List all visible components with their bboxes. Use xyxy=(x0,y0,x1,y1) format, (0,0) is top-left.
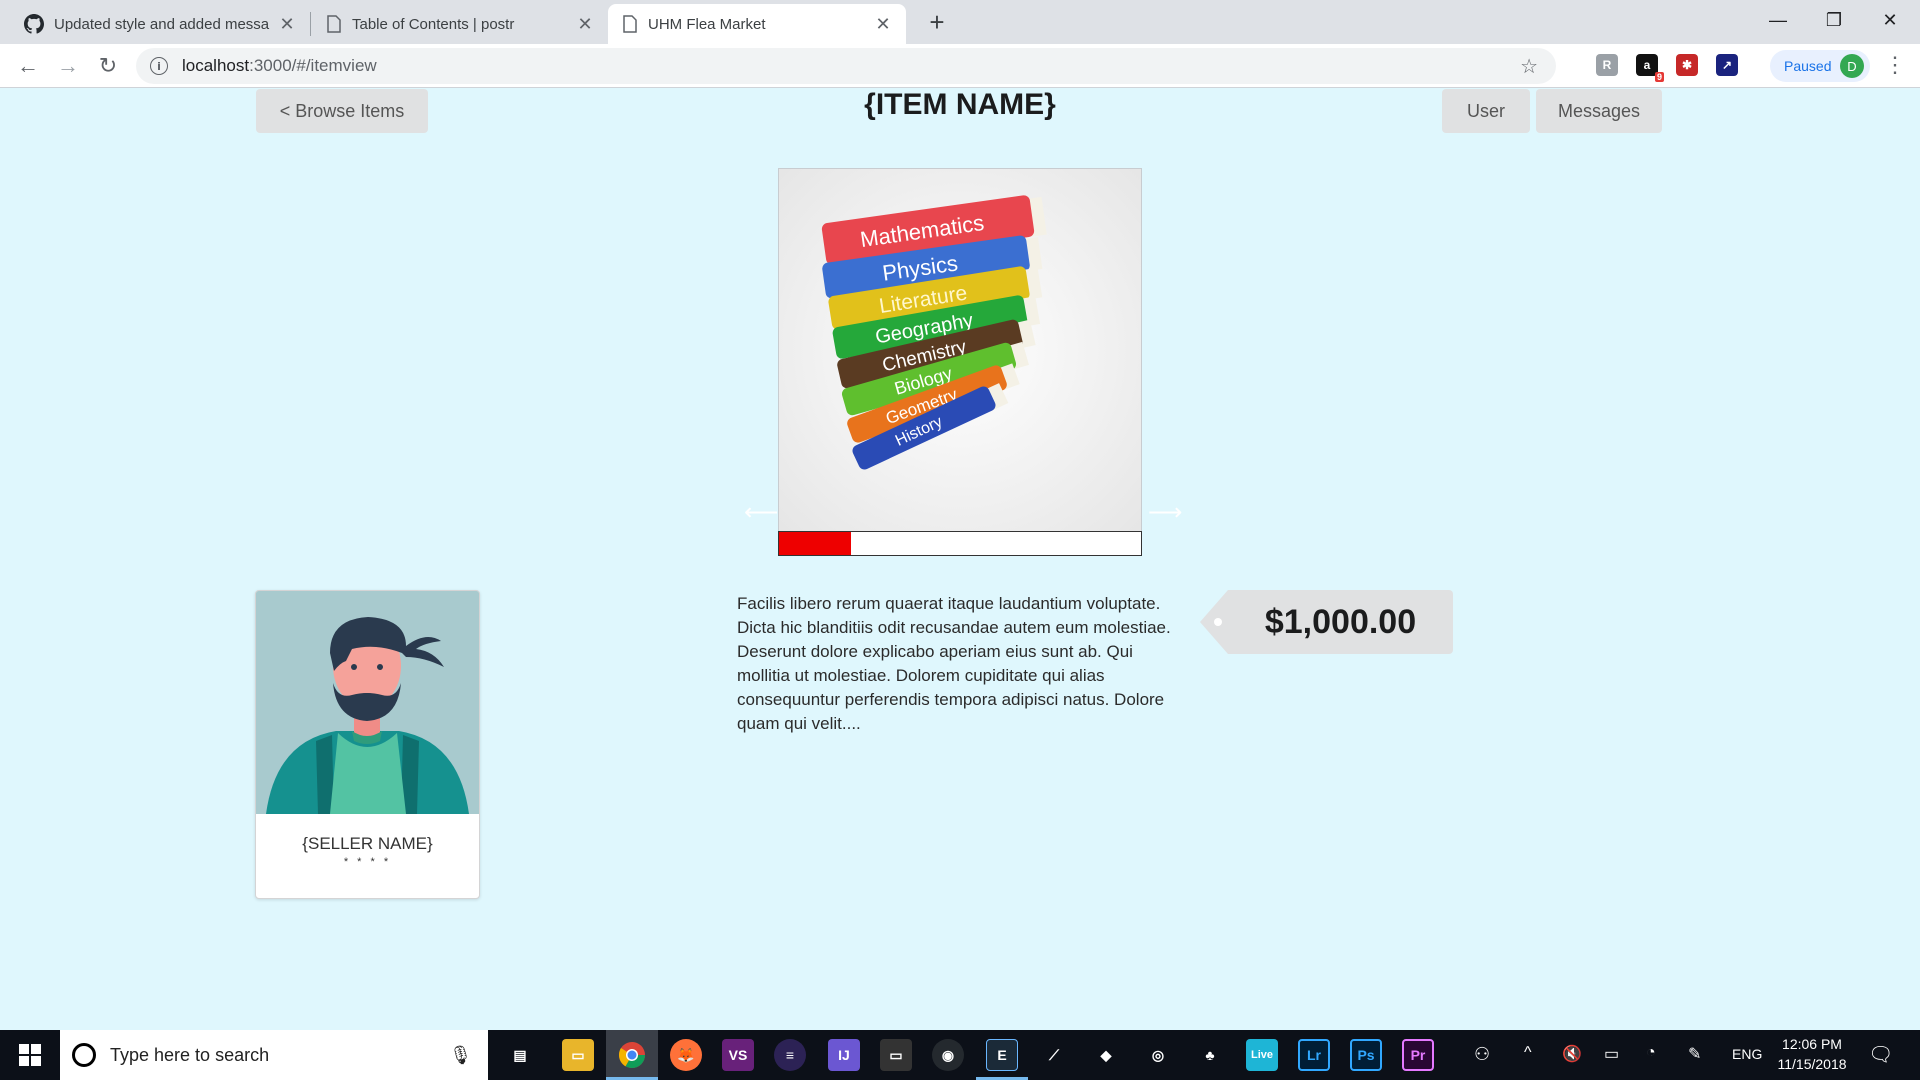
github-icon xyxy=(24,14,44,34)
ableton-live-icon[interactable]: Live xyxy=(1246,1039,1278,1071)
lightroom-icon[interactable]: Lr xyxy=(1298,1039,1330,1071)
page-icon xyxy=(327,15,341,33)
url-path: :3000/#/itemview xyxy=(249,56,377,75)
item-description: Facilis libero rerum quaerat itaque laud… xyxy=(737,594,1171,733)
user-button[interactable]: User xyxy=(1442,89,1530,133)
tab-uhm-flea-market[interactable]: UHM Flea Market ✕ xyxy=(608,4,906,44)
wifi-icon[interactable]: ◔ xyxy=(1646,1044,1656,1062)
firefox-icon[interactable]: 🦊 xyxy=(670,1039,702,1071)
price-tag-hole xyxy=(1214,618,1222,626)
url-text: localhost:3000/#/itemview xyxy=(182,56,377,76)
amazon-extension-icon[interactable]: a9 xyxy=(1636,54,1664,82)
stack-of-textbooks-image: MathematicsPhysicsLiteratureGeographyChe… xyxy=(779,169,1141,531)
close-icon[interactable]: ✕ xyxy=(278,14,296,35)
forward-arrow-icon[interactable]: → xyxy=(52,50,84,82)
clock-date[interactable]: 11/15/2018 xyxy=(1772,1056,1852,1072)
microphone-icon[interactable]: 🎙 xyxy=(449,1045,472,1066)
brush-app-icon[interactable]: ⟋ xyxy=(1038,1039,1070,1071)
browser-toolbar: ← → ↻ i localhost:3000/#/itemview ☆ R a9… xyxy=(0,44,1920,88)
browse-items-button[interactable]: < Browse Items xyxy=(256,89,428,133)
menu-kebab-icon[interactable]: ⋮ xyxy=(1884,52,1906,78)
windows-taskbar: Type here to search 🎙 ▤ ▭ 🦊 VS ≡ IJ ▭ ◉ … xyxy=(0,1030,1920,1080)
language-indicator[interactable]: ENG xyxy=(1732,1046,1762,1062)
tab-title: UHM Flea Market xyxy=(648,15,766,33)
github-desktop-icon[interactable]: ◉ xyxy=(932,1039,964,1071)
unity-icon[interactable]: ◆ xyxy=(1090,1039,1122,1071)
tab-divider xyxy=(310,12,311,36)
url-host: localhost xyxy=(182,56,250,75)
chrome-icon[interactable] xyxy=(616,1039,648,1071)
seller-rating: * * * * xyxy=(343,856,392,868)
restore-icon[interactable]: ❐ xyxy=(1806,0,1862,40)
carousel-next-arrow-icon[interactable]: ⟶ xyxy=(1148,498,1182,527)
file-explorer-icon[interactable]: ▭ xyxy=(562,1039,594,1071)
item-image-carousel: Mathematics Physics Literature Geography Che… xyxy=(744,168,1182,556)
seller-card[interactable]: {SELLER NAME} * * * * xyxy=(255,590,480,899)
eclipse-icon[interactable]: ≡ xyxy=(774,1039,806,1071)
browser-tabstrip: Updated style and added messa ✕ Table of… xyxy=(0,0,1920,44)
premiere-icon[interactable]: Pr xyxy=(1402,1039,1434,1071)
page-icon xyxy=(623,15,637,33)
address-bar[interactable]: i localhost:3000/#/itemview ☆ xyxy=(136,48,1556,84)
extension-badge: 9 xyxy=(1654,72,1664,82)
taskbar-search-placeholder: Type here to search xyxy=(110,1044,270,1065)
editor-icon[interactable]: E xyxy=(986,1039,1018,1071)
close-icon[interactable]: ✕ xyxy=(576,14,594,35)
extension-link-icon[interactable]: ↗ xyxy=(1716,54,1738,76)
seller-portrait-image xyxy=(256,591,479,814)
task-view-icon[interactable]: ▤ xyxy=(504,1039,536,1071)
carousel-progress-fill xyxy=(779,532,852,555)
seller-name: {SELLER NAME} xyxy=(302,834,433,853)
carousel-prev-arrow-icon[interactable]: ⟵ xyxy=(744,498,778,527)
extension-puzzle-icon[interactable]: ✱ xyxy=(1676,54,1698,76)
tab-github-commit[interactable]: Updated style and added messa ✕ xyxy=(10,4,310,44)
bookmark-star-icon[interactable]: ☆ xyxy=(1520,54,1538,79)
reload-icon[interactable]: ↻ xyxy=(92,50,124,82)
visual-studio-icon[interactable]: VS xyxy=(722,1039,754,1071)
fl-studio-icon[interactable]: ♣ xyxy=(1194,1039,1226,1071)
item-price: $1,000.00 xyxy=(1228,590,1453,654)
extension-r-icon[interactable]: R xyxy=(1596,54,1618,76)
avatar: D xyxy=(1840,54,1864,78)
volume-muted-icon[interactable]: 🔇 xyxy=(1562,1044,1582,1064)
taskbar-search-input[interactable]: Type here to search 🎙 xyxy=(60,1030,488,1080)
carousel-progress-bar xyxy=(778,531,1142,556)
intellij-icon[interactable]: IJ xyxy=(828,1039,860,1071)
price-tag: $1,000.00 xyxy=(1200,590,1453,654)
seller-avatar xyxy=(256,591,479,814)
new-tab-button[interactable]: + xyxy=(923,4,951,40)
blender-icon[interactable]: ◎ xyxy=(1142,1039,1174,1071)
info-icon[interactable]: i xyxy=(150,57,168,75)
close-window-icon[interactable]: ✕ xyxy=(1862,0,1918,40)
people-icon[interactable]: ⚇ xyxy=(1474,1044,1490,1065)
tab-table-of-contents[interactable]: Table of Contents | postr ✕ xyxy=(312,4,608,44)
tab-title: Table of Contents | postr xyxy=(352,15,515,33)
profile-button[interactable]: Paused D xyxy=(1770,50,1870,82)
messages-button[interactable]: Messages xyxy=(1536,89,1662,133)
windows-start-icon[interactable] xyxy=(0,1030,60,1080)
cortana-icon[interactable] xyxy=(72,1043,96,1067)
pen-icon[interactable]: ✎ xyxy=(1688,1044,1701,1064)
chevron-up-icon[interactable]: ^ xyxy=(1524,1044,1532,1062)
photoshop-icon[interactable]: Ps xyxy=(1350,1039,1382,1071)
carousel-image-frame: Mathematics Physics Literature Geography Che… xyxy=(778,168,1142,532)
minimize-icon[interactable]: — xyxy=(1750,0,1806,40)
clock-time[interactable]: 12:06 PM xyxy=(1778,1036,1846,1052)
profile-status: Paused xyxy=(1784,58,1832,74)
notifications-icon[interactable]: 🗨 xyxy=(1868,1042,1893,1067)
close-icon[interactable]: ✕ xyxy=(874,14,892,35)
battery-icon[interactable]: ▭ xyxy=(1604,1044,1619,1064)
page-title: {ITEM NAME} xyxy=(864,88,1056,121)
tab-title: Updated style and added messa xyxy=(54,15,270,33)
terminal-icon[interactable]: ▭ xyxy=(880,1039,912,1071)
back-arrow-icon[interactable]: ← xyxy=(12,50,44,82)
